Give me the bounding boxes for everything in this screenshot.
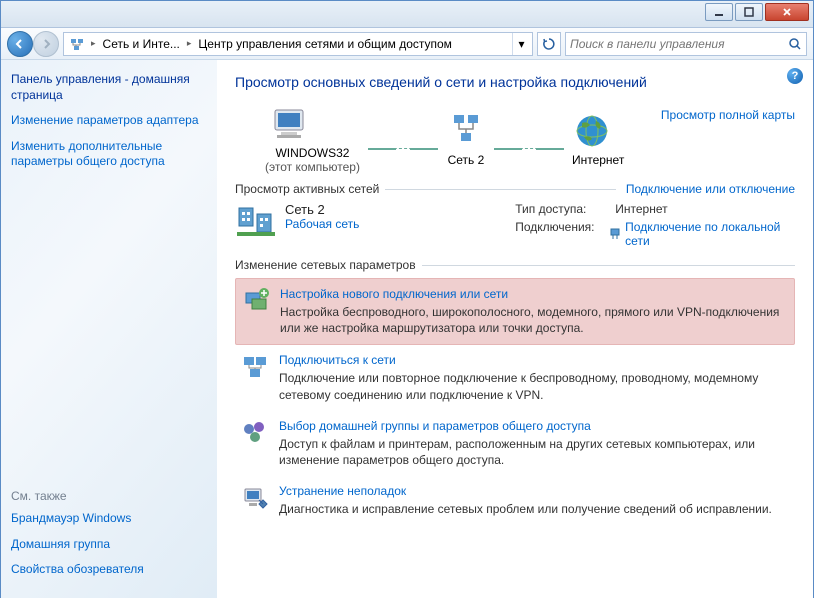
breadcrumb[interactable]: ▸ Сеть и Инте... ▸ Центр управления сетя… (63, 32, 533, 56)
maximize-button[interactable] (735, 3, 763, 21)
globe-icon (572, 111, 612, 151)
page-title: Просмотр основных сведений о сети и наст… (235, 74, 795, 90)
network-category-link[interactable]: Рабочая сеть (285, 217, 359, 231)
connections-label: Подключения: (515, 220, 608, 248)
connection-link[interactable]: Подключение по локальной сети (608, 220, 795, 248)
connect-network-icon (241, 353, 269, 381)
map-node-internet[interactable]: Интернет (572, 111, 624, 167)
breadcrumb-dropdown[interactable]: ▾ (512, 33, 530, 55)
task-title[interactable]: Устранение неполадок (279, 484, 789, 498)
task-connect-network[interactable]: Подключиться к сети Подключение или повт… (235, 345, 795, 410)
titlebar (1, 1, 813, 28)
map-node-computer[interactable]: WINDOWS32 (этот компьютер) (265, 104, 360, 174)
task-desc: Диагностика и исправление сетевых пробле… (279, 501, 789, 517)
map-node-network[interactable]: Сеть 2 (446, 111, 486, 167)
back-button[interactable] (7, 31, 33, 57)
task-desc: Настройка беспроводного, широкополосного… (280, 304, 788, 336)
ethernet-icon (608, 227, 621, 241)
task-troubleshoot[interactable]: Устранение неполадок Диагностика и испра… (235, 476, 795, 525)
chevron-right-icon[interactable]: ▸ (88, 38, 99, 49)
connect-disconnect-link[interactable]: Подключение или отключение (626, 182, 795, 196)
troubleshoot-icon (241, 484, 269, 512)
minimize-button[interactable] (705, 3, 733, 21)
forward-button[interactable] (33, 31, 59, 57)
content: ? Просмотр основных сведений о сети и на… (217, 60, 813, 598)
search-icon[interactable] (788, 37, 802, 51)
navbar: ▸ Сеть и Инте... ▸ Центр управления сетя… (1, 28, 813, 60)
access-type-label: Тип доступа: (515, 202, 615, 216)
full-map-link[interactable]: Просмотр полной карты (661, 108, 795, 122)
network-map: WINDOWS32 (этот компьютер) Сеть 2 Интерн… (235, 104, 795, 174)
sidebar-link-adapter[interactable]: Изменение параметров адаптера (11, 113, 207, 129)
network-name: Сеть 2 (285, 202, 359, 217)
computer-icon (265, 104, 313, 144)
sidebar-link-internet-options[interactable]: Свойства обозревателя (11, 562, 207, 578)
task-desc: Доступ к файлам и принтерам, расположенн… (279, 436, 789, 468)
task-title[interactable]: Настройка нового подключения или сети (280, 287, 788, 301)
help-icon[interactable]: ? (787, 68, 803, 84)
task-homegroup[interactable]: Выбор домашней группы и параметров общег… (235, 411, 795, 476)
access-type-value: Интернет (615, 202, 667, 216)
breadcrumb-segment[interactable]: Центр управления сетями и общим доступом (194, 33, 456, 55)
see-also-label: См. также (11, 489, 207, 503)
sidebar-link-homegroup[interactable]: Домашняя группа (11, 537, 207, 553)
close-button[interactable] (765, 3, 809, 21)
section-label: Просмотр активных сетей (235, 182, 379, 196)
search-box[interactable] (565, 32, 807, 56)
chevron-right-icon[interactable]: ▸ (184, 38, 195, 49)
sidebar-link-firewall[interactable]: Брандмауэр Windows (11, 511, 207, 527)
map-connector (494, 148, 564, 150)
new-connection-icon (242, 287, 270, 315)
network-category-icon (235, 202, 277, 244)
sidebar-link-sharing[interactable]: Изменить дополнительные параметры общего… (11, 139, 207, 170)
task-title[interactable]: Подключиться к сети (279, 353, 789, 367)
network-hub-icon (446, 111, 486, 151)
network-icon (68, 35, 86, 53)
homegroup-icon (241, 419, 269, 447)
search-input[interactable] (570, 37, 788, 51)
task-desc: Подключение или повторное подключение к … (279, 370, 789, 402)
map-connector (368, 148, 438, 150)
breadcrumb-segment[interactable]: Сеть и Инте... (99, 33, 184, 55)
task-title[interactable]: Выбор домашней группы и параметров общег… (279, 419, 789, 433)
sidebar: Панель управления - домашняя страница Из… (1, 60, 217, 598)
task-new-connection[interactable]: Настройка нового подключения или сети На… (235, 278, 795, 345)
section-label: Изменение сетевых параметров (235, 258, 416, 272)
sidebar-title[interactable]: Панель управления - домашняя страница (11, 72, 207, 103)
refresh-button[interactable] (537, 32, 561, 56)
